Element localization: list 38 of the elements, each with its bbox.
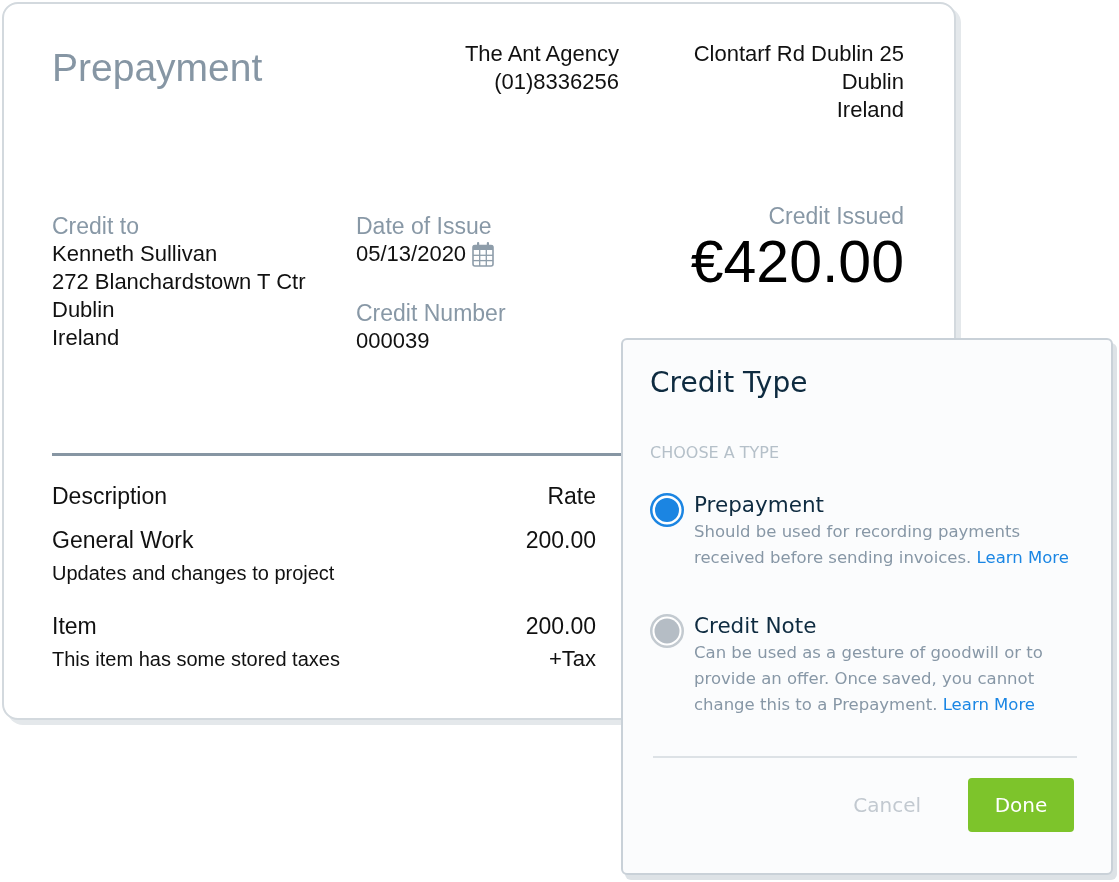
- radio-button[interactable]: [650, 614, 684, 648]
- tax-label: +Tax: [548, 646, 596, 672]
- section-label: CHOOSE A TYPE: [650, 442, 780, 464]
- item-description: Updates and changes to project: [52, 561, 335, 586]
- business-address-line: Dublin: [841, 68, 904, 96]
- item-name: General Work: [52, 526, 194, 554]
- column-header: Description: [52, 482, 168, 510]
- learn-more-link[interactable]: Learn More: [976, 548, 1069, 567]
- item-rate: 200.00: [525, 526, 596, 554]
- column-header: Rate: [547, 482, 596, 510]
- business-phone: (01)8336256: [494, 68, 619, 96]
- credit-amount: €420.00: [690, 230, 904, 294]
- date-of-issue-label: Date of Issue: [356, 212, 492, 240]
- calendar-icon[interactable]: [472, 241, 495, 267]
- credit-issued-label: Credit Issued: [768, 202, 904, 230]
- option-label: Credit Note: [694, 612, 817, 640]
- item-rate: 200.00: [525, 612, 596, 640]
- client-address-line: 272 Blanchardstown T Ctr: [52, 268, 306, 296]
- dialog-title: Credit Type: [650, 365, 808, 401]
- item-description: This item has some stored taxes: [52, 647, 340, 672]
- invoice-title: Prepayment: [52, 45, 263, 91]
- issue-date: 05/13/2020: [356, 240, 467, 268]
- option-label: Prepayment: [694, 491, 824, 519]
- client-address-line: Dublin: [52, 296, 115, 324]
- learn-more-link[interactable]: Learn More: [942, 695, 1035, 714]
- client-name: Kenneth Sullivan: [52, 240, 218, 268]
- business-name: The Ant Agency: [464, 40, 619, 68]
- credit-number-label: Credit Number: [356, 299, 506, 327]
- radio-button[interactable]: [650, 493, 684, 527]
- credit-number: 000039: [356, 327, 430, 355]
- option-description: Can be used as a gesture of goodwill or to provide an offer. Once saved, you cannot change this to a Prepayment. Learn More: [694, 642, 1044, 716]
- business-address-line: Clontarf Rd Dublin 25: [693, 40, 904, 68]
- done-button[interactable]: Done: [968, 778, 1074, 832]
- client-address-line: Ireland: [52, 324, 120, 352]
- business-address-line: Ireland: [836, 96, 904, 124]
- option-description: Should be used for recording payments received before sending invoices. Learn More: [694, 521, 1070, 569]
- credit-to-label: Credit to: [52, 212, 139, 240]
- item-name: Item: [52, 612, 97, 640]
